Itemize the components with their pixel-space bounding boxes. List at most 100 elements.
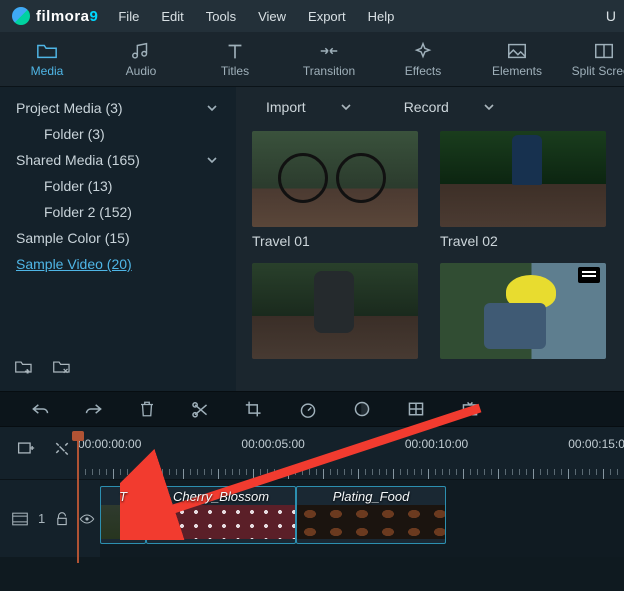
clip-travel-02[interactable]: Travel 02 xyxy=(440,131,606,249)
timeline-header: 00:00:00:00 00:00:05:00 00:00:10:00 00:0… xyxy=(0,427,624,479)
filmstrip-icon xyxy=(12,512,28,526)
scissors-icon[interactable] xyxy=(190,400,210,418)
timecode: 00:00:05:00 xyxy=(241,437,304,451)
menu-export[interactable]: Export xyxy=(308,9,346,24)
chevron-down-icon xyxy=(206,154,218,166)
tab-split-screen[interactable]: Split Screen xyxy=(564,32,624,86)
speed-icon[interactable] xyxy=(298,400,318,418)
media-tree: Project Media (3) Folder (3) Shared Medi… xyxy=(0,95,236,277)
segment-title: Cherry_Blossom xyxy=(147,489,295,504)
timecode: 00:00:00:00 xyxy=(78,437,141,451)
app-logo-icon xyxy=(12,7,30,25)
tree-folder-13[interactable]: Folder (13) xyxy=(0,173,236,199)
track-index: 1 xyxy=(38,511,45,526)
text-icon xyxy=(224,41,246,61)
brand-suffix: 9 xyxy=(90,8,99,25)
filmstrip-icon xyxy=(578,267,600,283)
record-dropdown[interactable]: Record xyxy=(404,99,495,115)
menu-edit[interactable]: Edit xyxy=(161,9,183,24)
import-label: Import xyxy=(266,99,306,115)
add-marker-icon[interactable] xyxy=(16,439,36,457)
tree-sample-color[interactable]: Sample Color (15) xyxy=(0,225,236,251)
tab-transition[interactable]: Transition xyxy=(282,32,376,86)
tree-folder-3[interactable]: Folder (3) xyxy=(0,121,236,147)
sparkle-icon xyxy=(412,41,434,61)
tab-transition-label: Transition xyxy=(303,64,355,78)
clip-thumbnail xyxy=(440,131,606,227)
tree-label: Project Media (3) xyxy=(16,100,123,116)
tree-shared-media[interactable]: Shared Media (165) xyxy=(0,147,236,173)
transition-icon xyxy=(318,41,340,61)
image-icon xyxy=(506,41,528,61)
clip-grid: Travel 01 Travel 02 xyxy=(236,127,624,375)
tab-media[interactable]: Media xyxy=(0,32,94,86)
titlebar-right-text: U xyxy=(606,8,616,24)
tree-label: Folder (3) xyxy=(44,126,105,142)
tab-audio-label: Audio xyxy=(126,64,157,78)
chevron-down-icon xyxy=(206,102,218,114)
clip-item-4[interactable] xyxy=(440,263,606,365)
freeze-frame-icon[interactable] xyxy=(406,400,426,418)
timecode: 00:00:15:00 xyxy=(568,437,624,451)
split-screen-icon xyxy=(593,41,615,61)
menu-tools[interactable]: Tools xyxy=(206,9,236,24)
timeline-segment[interactable]: Cherry_Blossom xyxy=(146,486,296,544)
tree-folder-2-152[interactable]: Folder 2 (152) xyxy=(0,199,236,225)
edit-toolbar xyxy=(0,391,624,427)
title-bar: filmora9 File Edit Tools View Export Hel… xyxy=(0,0,624,32)
chevron-down-icon xyxy=(340,101,352,113)
crop-icon[interactable] xyxy=(244,400,264,418)
content-actions-bar: Import Record xyxy=(236,87,624,127)
timecodes: 00:00:00:00 00:00:05:00 00:00:10:00 00:0… xyxy=(72,437,624,451)
timecode: 00:00:10:00 xyxy=(405,437,468,451)
chevron-down-icon xyxy=(483,101,495,113)
track-body[interactable]: T Cherry_Blossom Plating_Food xyxy=(100,480,624,557)
timeline-track-row: 1 T Cherry_Blossom Plating_Food xyxy=(0,479,624,557)
tree-label: Folder 2 (152) xyxy=(44,204,132,220)
tree-sample-video[interactable]: Sample Video (20) xyxy=(0,251,236,277)
tab-audio[interactable]: Audio xyxy=(94,32,188,86)
segment-thumb-strip xyxy=(147,505,295,539)
timeline-segment[interactable]: T xyxy=(100,486,146,544)
clip-thumbnail xyxy=(252,263,418,359)
menu-view[interactable]: View xyxy=(258,9,286,24)
segment-thumb-strip xyxy=(297,505,445,539)
tree-label: Folder (13) xyxy=(44,178,112,194)
tab-effects[interactable]: Effects xyxy=(376,32,470,86)
tree-label: Sample Color (15) xyxy=(16,230,130,246)
clip-thumbnail xyxy=(440,263,606,359)
timeline-segment[interactable]: Plating_Food xyxy=(296,486,446,544)
tab-titles[interactable]: Titles xyxy=(188,32,282,86)
eye-icon[interactable] xyxy=(79,513,95,525)
folder-icon xyxy=(36,41,58,61)
app-brand: filmora9 xyxy=(36,8,98,25)
import-dropdown[interactable]: Import xyxy=(266,99,352,115)
menu-file[interactable]: File xyxy=(118,9,139,24)
clip-label: Travel 02 xyxy=(440,233,606,249)
record-label: Record xyxy=(404,99,449,115)
clip-label: Travel 01 xyxy=(252,233,418,249)
trash-icon[interactable] xyxy=(138,400,156,418)
green-screen-icon[interactable] xyxy=(460,400,480,418)
folder-plus-icon[interactable] xyxy=(14,359,36,377)
tab-titles-label: Titles xyxy=(221,64,249,78)
tab-elements-label: Elements xyxy=(492,64,542,78)
main-area: Project Media (3) Folder (3) Shared Medi… xyxy=(0,87,624,391)
tree-project-media[interactable]: Project Media (3) xyxy=(0,95,236,121)
undo-icon[interactable] xyxy=(30,400,50,418)
menu-help[interactable]: Help xyxy=(368,9,395,24)
clip-item-3[interactable] xyxy=(252,263,418,365)
tree-label: Shared Media (165) xyxy=(16,152,140,168)
tree-label: Sample Video (20) xyxy=(16,256,132,272)
color-icon[interactable] xyxy=(352,400,372,418)
mode-tabs: Media Audio Titles Transition Effects El… xyxy=(0,32,624,87)
clip-travel-01[interactable]: Travel 01 xyxy=(252,131,418,249)
redo-icon[interactable] xyxy=(84,400,104,418)
timeline-ruler[interactable]: 00:00:00:00 00:00:05:00 00:00:10:00 00:0… xyxy=(72,427,624,479)
tab-elements[interactable]: Elements xyxy=(470,32,564,86)
lock-open-icon[interactable] xyxy=(55,512,69,526)
playhead[interactable] xyxy=(77,433,79,563)
folder-x-icon[interactable] xyxy=(52,359,74,377)
unlink-icon[interactable] xyxy=(52,439,72,457)
ruler-ticks xyxy=(72,455,624,475)
